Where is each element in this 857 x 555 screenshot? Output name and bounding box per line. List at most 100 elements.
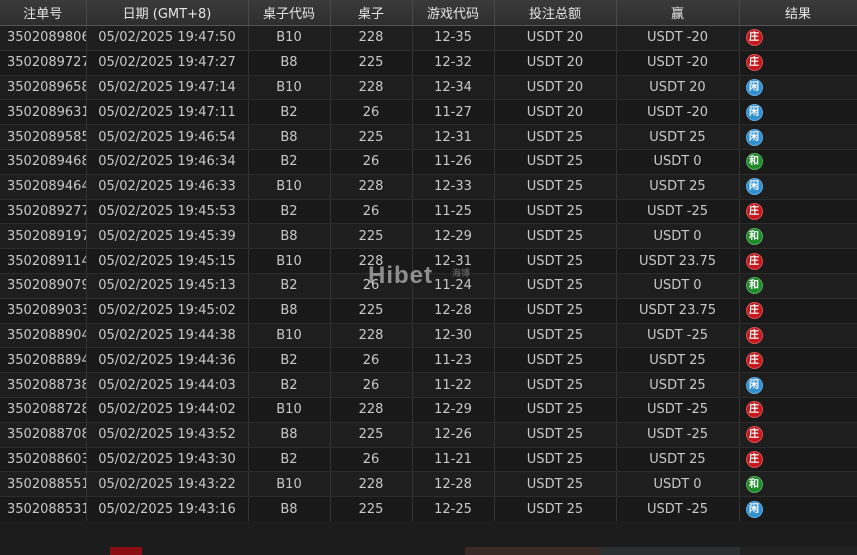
table-row[interactable]: 3502089197 05/02/2025 19:45:39 B8 225 12-29 U… bbox=[0, 223, 857, 250]
table-row[interactable]: 3502089079 05/02/2025 19:45:13 B2 26 11-24 US… bbox=[0, 273, 857, 299]
cell-game-code: 11-21 bbox=[412, 447, 495, 473]
cell-game-code: 11-25 bbox=[412, 199, 495, 225]
cell-game-code: 12-28 bbox=[412, 471, 495, 498]
cell-date: 05/02/2025 19:43:16 bbox=[86, 496, 249, 522]
cell-game-code: 12-28 bbox=[412, 298, 495, 324]
header-result[interactable]: 结果 bbox=[739, 0, 857, 26]
cell-result: 庄 bbox=[739, 397, 857, 423]
cell-table-code: B10 bbox=[248, 323, 331, 349]
header-table[interactable]: 桌子 bbox=[330, 0, 413, 26]
cell-table-code: B8 bbox=[248, 422, 331, 448]
cell-table: 26 bbox=[330, 273, 413, 299]
result-badge: 和 bbox=[745, 277, 763, 295]
cell-date: 05/02/2025 19:45:39 bbox=[86, 223, 249, 250]
cell-table: 26 bbox=[330, 99, 413, 126]
header-date[interactable]: 日期 (GMT+8) bbox=[86, 0, 249, 26]
cell-table-code: B8 bbox=[248, 298, 331, 324]
table-row[interactable]: 3502089277 05/02/2025 19:45:53 B2 26 11-25 US… bbox=[0, 199, 857, 225]
cell-bet-id: 3502088738 bbox=[0, 372, 87, 398]
cell-table-code: B8 bbox=[248, 124, 331, 150]
cell-bet-id: 3502088551 bbox=[0, 471, 87, 498]
cell-result: 庄 bbox=[739, 422, 857, 448]
cell-table-code: B2 bbox=[248, 347, 331, 374]
cell-win: USDT 25 bbox=[616, 174, 740, 200]
table-row[interactable]: 3502088904 05/02/2025 19:44:38 B10 228 12-30… bbox=[0, 323, 857, 349]
bet-history-table: 注单号 日期 (GMT+8) 桌子代码 桌子 游戏代码 投注总额 赢 结果 35… bbox=[0, 0, 857, 522]
cell-date: 05/02/2025 19:45:53 bbox=[86, 199, 249, 225]
result-badge: 闲 bbox=[745, 178, 763, 196]
cell-result: 闲 bbox=[739, 124, 857, 150]
table-row[interactable]: 3502089658 05/02/2025 19:47:14 B10 228 12-34… bbox=[0, 75, 857, 101]
cell-table: 26 bbox=[330, 199, 413, 225]
cell-bet-id: 3502089277 bbox=[0, 199, 87, 225]
cell-bet-id: 3502088728 bbox=[0, 397, 87, 423]
cell-bet-total: USDT 25 bbox=[494, 149, 617, 175]
cell-table-code: B8 bbox=[248, 496, 331, 522]
cell-result: 闲 bbox=[739, 496, 857, 522]
table-row[interactable]: 3502088708 05/02/2025 19:43:52 B8 225 12-26 U… bbox=[0, 422, 857, 448]
table-row[interactable]: 3502089468 05/02/2025 19:46:34 B2 26 11-26 US… bbox=[0, 149, 857, 175]
cell-game-code: 12-30 bbox=[412, 323, 495, 349]
header-table-code[interactable]: 桌子代码 bbox=[248, 0, 331, 26]
cell-date: 05/02/2025 19:43:30 bbox=[86, 447, 249, 473]
bottom-strip-fragment bbox=[110, 547, 142, 555]
cell-bet-total: USDT 25 bbox=[494, 223, 617, 250]
result-badge: 庄 bbox=[745, 450, 763, 468]
cell-result: 和 bbox=[739, 471, 857, 498]
cell-table-code: B2 bbox=[248, 372, 331, 398]
header-bet-id[interactable]: 注单号 bbox=[0, 0, 87, 26]
cell-bet-total: USDT 20 bbox=[494, 75, 617, 101]
cell-bet-id: 3502088708 bbox=[0, 422, 87, 448]
header-bet-total[interactable]: 投注总额 bbox=[494, 0, 617, 26]
cell-table: 228 bbox=[330, 75, 413, 101]
cell-win: USDT 25 bbox=[616, 372, 740, 398]
table-row[interactable]: 3502088531 05/02/2025 19:43:16 B8 225 12-25 U… bbox=[0, 496, 857, 522]
cell-win: USDT -25 bbox=[616, 496, 740, 522]
cell-result: 庄 bbox=[739, 298, 857, 324]
table-row[interactable]: 3502089631 05/02/2025 19:47:11 B2 26 11-27 US… bbox=[0, 99, 857, 126]
table-row[interactable]: 3502088894 05/02/2025 19:44:36 B2 26 11-23 US… bbox=[0, 347, 857, 374]
cell-table-code: B10 bbox=[248, 248, 331, 274]
cell-bet-total: USDT 25 bbox=[494, 174, 617, 200]
cell-table-code: B8 bbox=[248, 50, 331, 76]
result-badge: 闲 bbox=[745, 500, 763, 518]
cell-game-code: 12-33 bbox=[412, 174, 495, 200]
cell-bet-id: 3502089114 bbox=[0, 248, 87, 274]
table-row[interactable]: 3502088603 05/02/2025 19:43:30 B2 26 11-21 US… bbox=[0, 447, 857, 473]
cell-table-code: B2 bbox=[248, 447, 331, 473]
cell-table: 228 bbox=[330, 248, 413, 274]
cell-table: 26 bbox=[330, 149, 413, 175]
table-row[interactable]: 3502089114 05/02/2025 19:45:15 B10 228 12-31… bbox=[0, 248, 857, 274]
cell-table-code: B10 bbox=[248, 25, 331, 51]
header-game-code[interactable]: 游戏代码 bbox=[412, 0, 495, 26]
table-row[interactable]: 3502089585 05/02/2025 19:46:54 B8 225 12-31 U… bbox=[0, 124, 857, 150]
cell-date: 05/02/2025 19:46:34 bbox=[86, 149, 249, 175]
cell-date: 05/02/2025 19:45:15 bbox=[86, 248, 249, 274]
cell-game-code: 11-22 bbox=[412, 372, 495, 398]
table-row[interactable]: 3502089033 05/02/2025 19:45:02 B8 225 12-28 U… bbox=[0, 298, 857, 324]
cell-date: 05/02/2025 19:44:02 bbox=[86, 397, 249, 423]
result-badge: 庄 bbox=[745, 426, 763, 444]
header-win[interactable]: 赢 bbox=[616, 0, 740, 26]
cell-game-code: 12-31 bbox=[412, 124, 495, 150]
cell-bet-total: USDT 25 bbox=[494, 447, 617, 473]
result-badge: 和 bbox=[745, 153, 763, 171]
cell-win: USDT -20 bbox=[616, 99, 740, 126]
table-row[interactable]: 3502088738 05/02/2025 19:44:03 B2 26 11-22 US… bbox=[0, 372, 857, 398]
cell-table: 228 bbox=[330, 397, 413, 423]
cell-result: 庄 bbox=[739, 25, 857, 51]
cell-result: 和 bbox=[739, 149, 857, 175]
cell-table-code: B10 bbox=[248, 174, 331, 200]
cell-bet-total: USDT 25 bbox=[494, 471, 617, 498]
cell-game-code: 12-26 bbox=[412, 422, 495, 448]
table-row[interactable]: 3502088551 05/02/2025 19:43:22 B10 228 12-28… bbox=[0, 471, 857, 498]
result-badge: 和 bbox=[745, 475, 763, 493]
table-row[interactable]: 3502088728 05/02/2025 19:44:02 B10 228 12-29… bbox=[0, 397, 857, 423]
table-row[interactable]: 3502089806 05/02/2025 19:47:50 B10 228 12-35… bbox=[0, 25, 857, 51]
result-badge: 庄 bbox=[745, 252, 763, 270]
table-row[interactable]: 3502089727 05/02/2025 19:47:27 B8 225 12-32 U… bbox=[0, 50, 857, 76]
table-row[interactable]: 3502089464 05/02/2025 19:46:33 B10 228 12-33… bbox=[0, 174, 857, 200]
cell-date: 05/02/2025 19:46:54 bbox=[86, 124, 249, 150]
cell-bet-id: 3502088894 bbox=[0, 347, 87, 374]
cell-game-code: 12-35 bbox=[412, 25, 495, 51]
